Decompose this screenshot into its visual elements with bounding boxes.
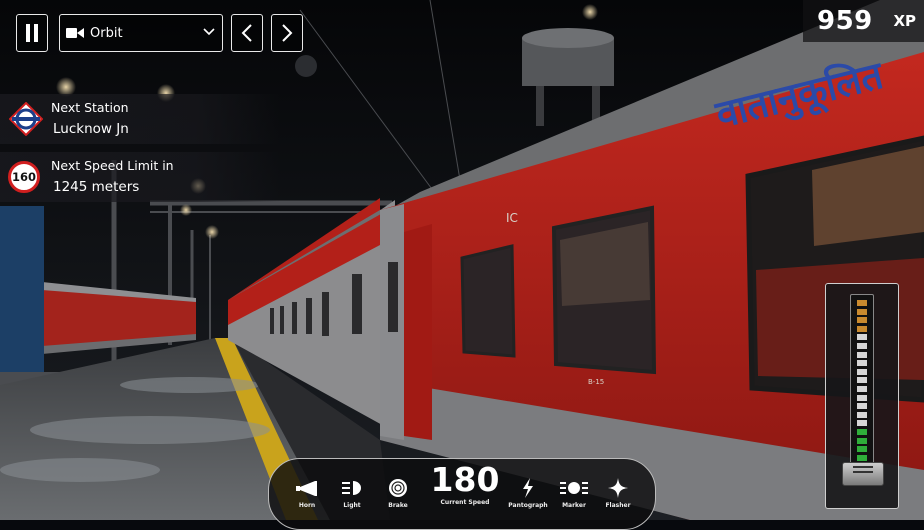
brake-label: Brake bbox=[388, 502, 408, 509]
horn-icon bbox=[296, 481, 317, 496]
xp-value: 959 bbox=[817, 6, 873, 36]
marker-light-icon bbox=[560, 482, 588, 494]
next-camera-button[interactable] bbox=[271, 14, 303, 52]
station-scene: वातानुकूलित IC B-15 bbox=[0, 0, 924, 520]
chevron-down-icon bbox=[203, 28, 215, 36]
horn-label: Horn bbox=[298, 502, 316, 509]
throttle-gauge bbox=[850, 294, 874, 480]
flasher-icon bbox=[608, 478, 628, 498]
throttle-segment bbox=[857, 368, 867, 375]
camera-icon bbox=[66, 28, 84, 38]
throttle-segment bbox=[857, 446, 867, 453]
throttle-segment bbox=[857, 420, 867, 427]
throttle-segment bbox=[857, 377, 867, 384]
speed-limit-panel: 160 Next Speed Limit in 1245 meters bbox=[0, 152, 280, 202]
current-speed-display: 180 Current Speed bbox=[427, 460, 503, 507]
throttle-segment bbox=[857, 360, 867, 367]
throttle-segment bbox=[857, 429, 867, 435]
pantograph-label: Pantograph bbox=[508, 502, 548, 509]
current-speed-label: Current Speed bbox=[440, 499, 490, 506]
brake-icon bbox=[389, 479, 407, 497]
control-bar: Horn Light Brake 180 Current Speed Panto… bbox=[268, 458, 656, 530]
throttle-segment bbox=[857, 411, 867, 418]
speed-limit-distance: 1245 meters bbox=[53, 179, 140, 195]
throttle-segment bbox=[857, 386, 867, 392]
xp-counter: 959 XP bbox=[803, 0, 924, 42]
previous-camera-button[interactable] bbox=[231, 14, 263, 52]
coach-class-code: IC bbox=[506, 211, 518, 225]
chevron-right-icon bbox=[282, 24, 293, 42]
pause-icon bbox=[26, 24, 38, 42]
throttle-segment bbox=[857, 343, 867, 349]
marker-label: Marker bbox=[562, 502, 586, 509]
throttle-segment bbox=[857, 454, 867, 461]
brake-button[interactable]: Brake bbox=[378, 475, 418, 509]
throttle-segment bbox=[857, 325, 867, 332]
throttle-control[interactable] bbox=[825, 283, 899, 509]
throttle-segment bbox=[857, 300, 867, 306]
current-speed-value: 180 bbox=[430, 460, 500, 499]
speed-limit-sign: 160 bbox=[8, 161, 40, 193]
light-button[interactable]: Light bbox=[332, 475, 372, 509]
camera-mode-select[interactable]: Orbit bbox=[59, 14, 223, 52]
light-label: Light bbox=[343, 502, 361, 509]
speed-limit-title: Next Speed Limit in bbox=[51, 158, 174, 173]
flasher-button[interactable]: Flasher bbox=[598, 475, 638, 509]
throttle-segment bbox=[857, 308, 867, 315]
pantograph-button[interactable]: Pantograph bbox=[508, 475, 548, 509]
pantograph-icon bbox=[523, 478, 533, 498]
camera-mode-label: Orbit bbox=[90, 25, 123, 41]
chevron-left-icon bbox=[241, 24, 252, 42]
pause-button[interactable] bbox=[16, 14, 48, 52]
headlight-icon bbox=[342, 481, 361, 495]
throttle-segment bbox=[857, 394, 867, 401]
horn-button[interactable]: Horn bbox=[287, 475, 327, 509]
throttle-segment bbox=[857, 317, 867, 324]
throttle-handle[interactable] bbox=[842, 462, 884, 486]
next-station-title: Next Station bbox=[51, 100, 129, 115]
throttle-segment bbox=[857, 403, 867, 410]
throttle-segment bbox=[857, 334, 867, 341]
next-station-panel: Next Station Lucknow Jn bbox=[0, 94, 280, 144]
throttle-segment bbox=[857, 351, 867, 358]
left-booth bbox=[0, 206, 44, 372]
flasher-label: Flasher bbox=[605, 502, 631, 509]
xp-label: XP bbox=[893, 12, 916, 30]
marker-button[interactable]: Marker bbox=[554, 475, 594, 509]
next-station-name: Lucknow Jn bbox=[53, 121, 129, 137]
coach-number: B-15 bbox=[588, 378, 604, 386]
railway-station-icon bbox=[9, 102, 43, 136]
throttle-segment bbox=[857, 437, 867, 444]
